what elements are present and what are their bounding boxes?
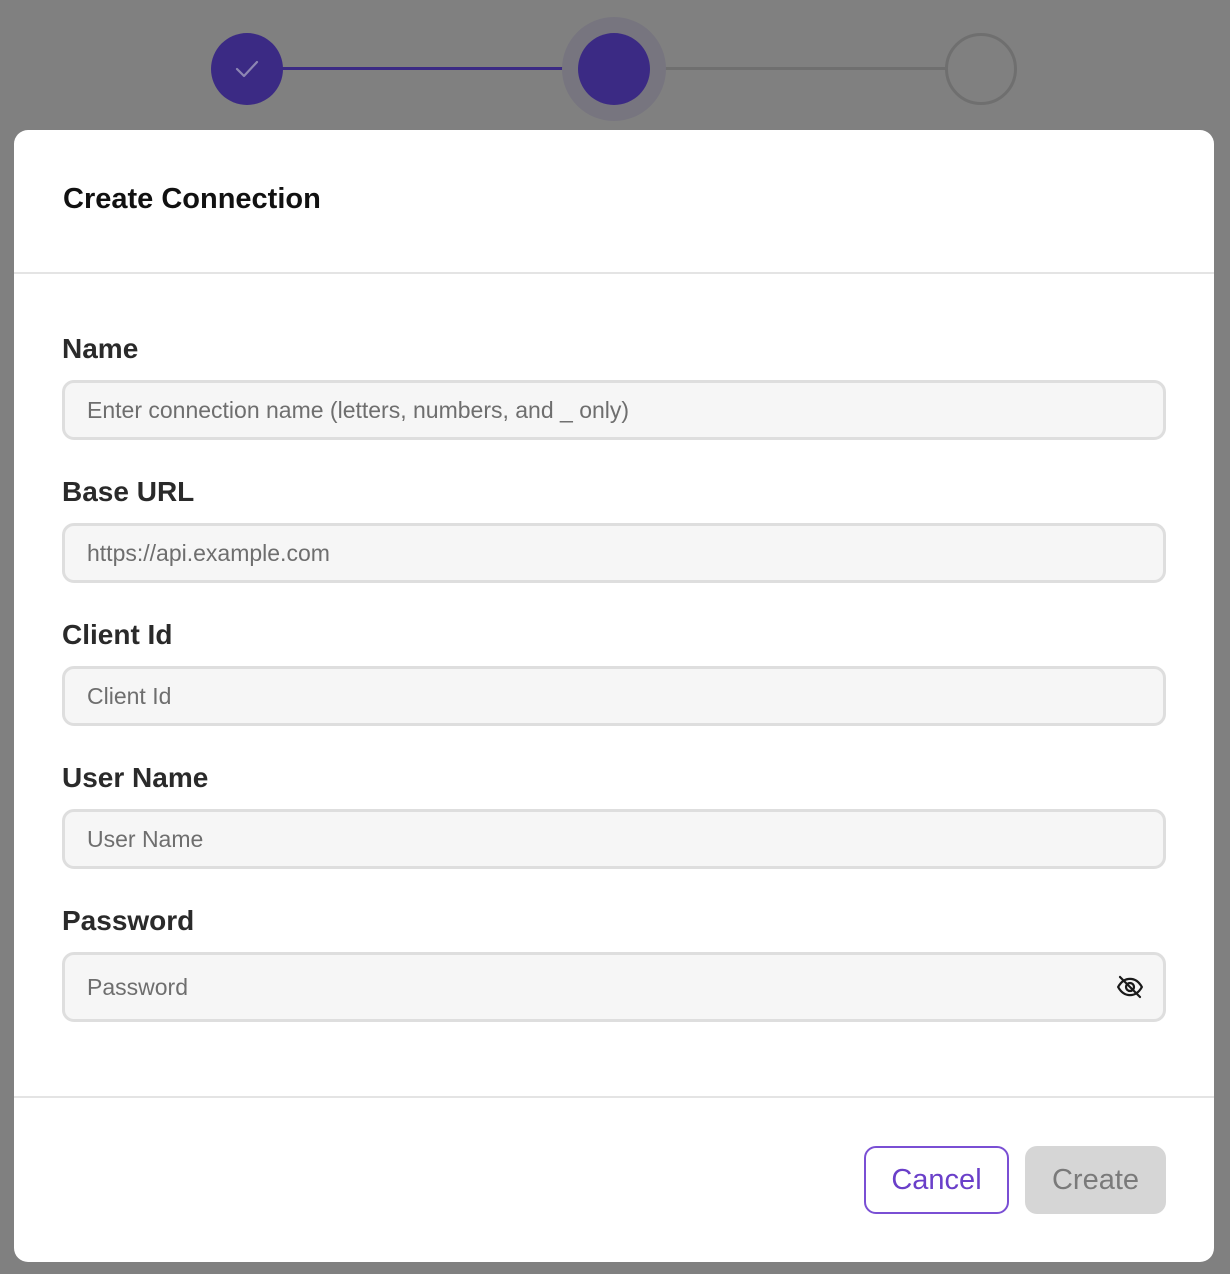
step-3-pending [945,33,1017,105]
dialog-footer: Cancel Create [14,1096,1214,1262]
stepper-connector-complete [282,67,579,70]
dialog-body: Name Base URL Client Id User Name Passwo [14,276,1214,1096]
name-input-wrapper [62,380,1166,440]
toggle-password-visibility-button[interactable] [1113,970,1147,1004]
base-url-input[interactable] [65,526,1163,580]
client-id-label: Client Id [62,619,173,650]
name-input[interactable] [65,383,1163,437]
name-field-group: Name [62,330,1166,440]
user-name-input-wrapper [62,809,1166,869]
password-input[interactable] [65,955,1163,1019]
password-label: Password [62,905,195,936]
base-url-input-wrapper [62,523,1166,583]
check-icon [235,60,259,78]
create-connection-dialog: Create Connection Name Base URL Client I… [14,130,1214,1262]
user-name-field-group: User Name [62,759,1166,869]
user-name-label: User Name [62,762,209,793]
dialog-title: Create Connection [63,182,321,215]
step-2-current [578,33,650,105]
password-input-wrapper [62,952,1166,1022]
client-id-field-group: Client Id [62,616,1166,726]
user-name-input[interactable] [65,812,1163,866]
eye-off-icon [1117,975,1143,999]
create-button[interactable]: Create [1025,1146,1166,1214]
base-url-field-group: Base URL [62,473,1166,583]
dialog-header: Create Connection [14,130,1214,274]
progress-stepper [0,0,1230,130]
name-label: Name [62,333,139,364]
client-id-input[interactable] [65,669,1163,723]
password-field-group: Password [62,902,1166,1022]
cancel-button[interactable]: Cancel [864,1146,1009,1214]
stepper-connector-pending [649,67,947,70]
base-url-label: Base URL [62,476,195,507]
step-1-complete [211,33,283,105]
client-id-input-wrapper [62,666,1166,726]
